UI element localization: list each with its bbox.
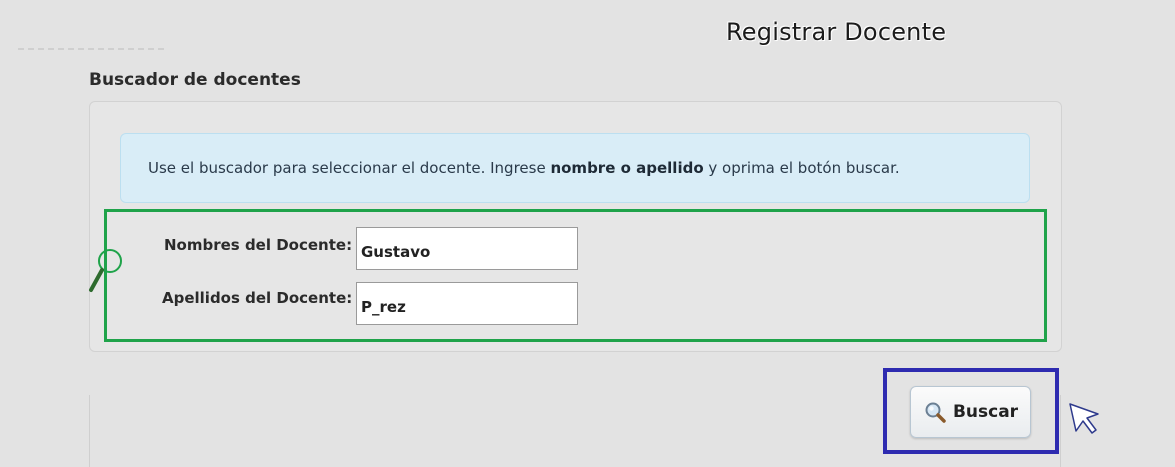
cursor-arrow-icon	[1069, 403, 1099, 434]
top-decoration	[18, 48, 168, 50]
alert-text-bold: nombre o apellido	[550, 159, 704, 177]
apellidos-input[interactable]	[356, 282, 578, 325]
alert-text-start: Use el buscador para seleccionar el doce…	[148, 159, 551, 177]
info-alert: Use el buscador para seleccionar el doce…	[120, 133, 1030, 203]
nombres-label: Nombres del Docente:	[164, 236, 353, 254]
nombres-input[interactable]	[356, 227, 578, 270]
panel-border-right	[1060, 395, 1061, 467]
page-title: Registrar Docente	[726, 18, 947, 46]
apellidos-label: Apellidos del Docente:	[162, 289, 353, 307]
alert-text-end: y oprima el botón buscar.	[703, 159, 900, 177]
magnifier-icon	[89, 249, 122, 292]
section-title: Buscador de docentes	[89, 70, 301, 90]
panel-border-left	[89, 395, 90, 467]
search-button-label: Buscar	[952, 402, 1019, 422]
alert-text: Use el buscador para seleccionar el doce…	[148, 159, 900, 177]
search-button[interactable]: Buscar	[910, 386, 1031, 438]
search-icon	[925, 402, 946, 423]
